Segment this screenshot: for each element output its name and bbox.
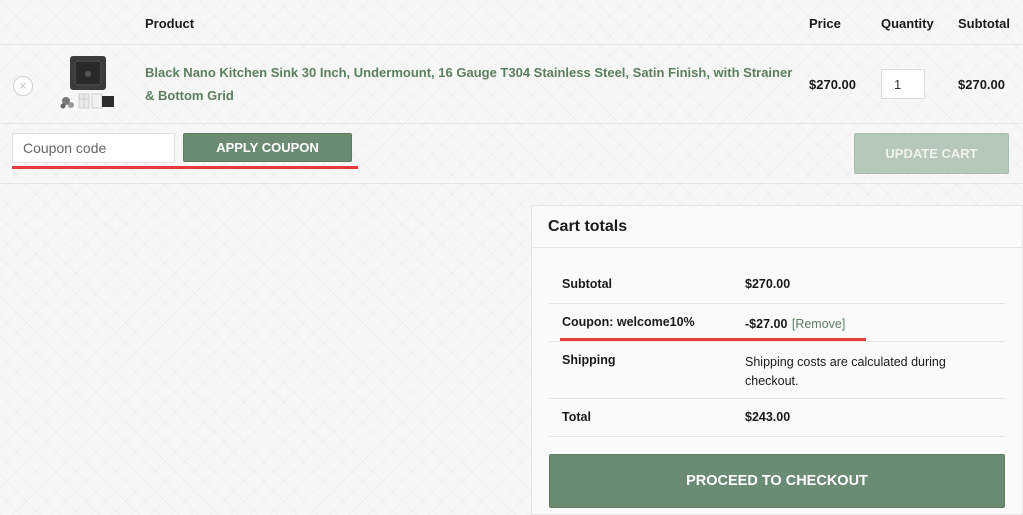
subtotal-label: Subtotal: [562, 277, 612, 291]
item-price: $270.00: [809, 77, 856, 92]
shipping-label: Shipping: [562, 353, 616, 367]
divider: [532, 247, 1023, 248]
item-subtotal: $270.00: [958, 77, 1005, 92]
product-name-line2[interactable]: & Bottom Grid: [145, 84, 795, 107]
divider: [549, 303, 1005, 304]
divider: [0, 123, 1023, 124]
shipping-note-line1: Shipping costs are calculated during: [745, 355, 946, 369]
coupon-label: Coupon: welcome10%: [562, 315, 695, 329]
divider: [0, 44, 1023, 45]
total-value: $243.00: [745, 410, 791, 424]
coupon-discount: -$27.00 [Remove]: [745, 315, 845, 333]
product-name[interactable]: Black Nano Kitchen Sink 30 Inch, Undermo…: [145, 61, 795, 107]
header-product: Product: [145, 16, 195, 31]
coupon-value: -$27.00: [745, 317, 788, 331]
apply-coupon-button[interactable]: APPLY COUPON: [183, 133, 352, 162]
product-thumbnail[interactable]: [58, 54, 120, 116]
coupon-code-input[interactable]: [12, 133, 175, 163]
shipping-note-line2: checkout.: [745, 374, 799, 388]
remove-coupon-link[interactable]: [Remove]: [792, 317, 846, 331]
divider: [549, 436, 1005, 437]
sink-image-icon: [60, 56, 114, 109]
header-subtotal: Subtotal: [958, 16, 1010, 31]
quantity-input[interactable]: [881, 69, 925, 99]
update-cart-button[interactable]: UPDATE CART: [854, 133, 1009, 174]
divider: [549, 341, 1005, 342]
subtotal-value: $270.00: [745, 277, 791, 291]
divider: [549, 398, 1005, 399]
shipping-note: Shipping costs are calculated during che…: [745, 353, 946, 391]
cart-totals-title: Cart totals: [548, 218, 628, 235]
total-label: Total: [562, 410, 591, 424]
header-price: Price: [809, 16, 841, 31]
divider: [0, 183, 1023, 184]
proceed-to-checkout-button[interactable]: PROCEED TO CHECKOUT: [549, 454, 1005, 508]
header-quantity: Quantity: [881, 16, 934, 31]
highlight-underline: [12, 166, 358, 169]
product-name-line1[interactable]: Black Nano Kitchen Sink 30 Inch, Undermo…: [145, 61, 795, 84]
remove-item-icon[interactable]: ×: [13, 76, 33, 96]
